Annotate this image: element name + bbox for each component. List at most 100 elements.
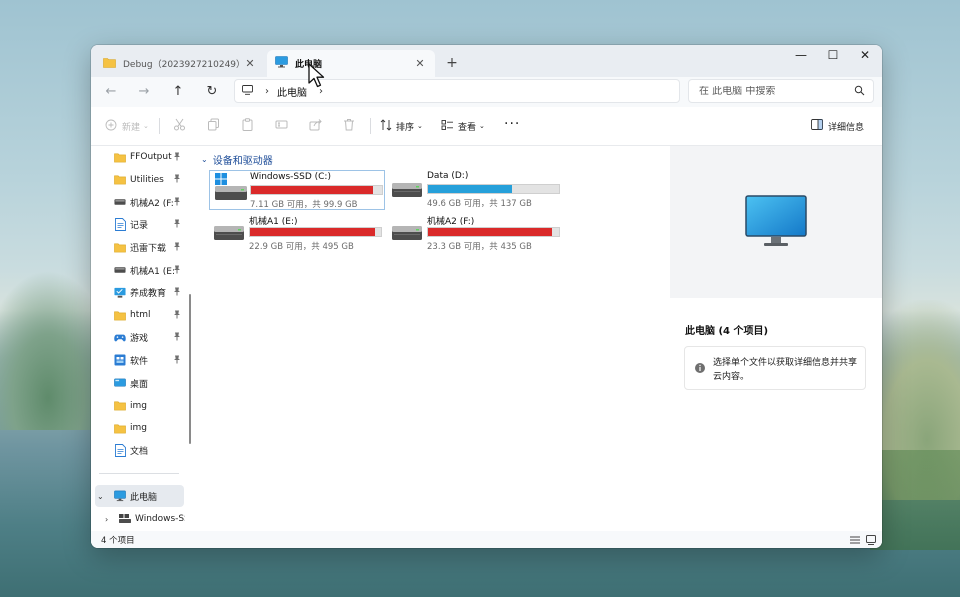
tab-debug[interactable]: Debug（2023927210249） ✕ — [95, 50, 265, 77]
chevron-right-icon[interactable]: › — [105, 515, 108, 524]
sidebar-item[interactable]: 记录 — [91, 214, 188, 236]
drive-tile[interactable]: Windows-SSD (C:) 7.11 GB 可用，共 99.9 GB — [209, 170, 385, 210]
search-input[interactable] — [699, 85, 849, 97]
sidebar-item-label: 文档 — [130, 447, 149, 458]
sidebar-item-label: 机械A1 (E:) — [130, 266, 174, 277]
scrollbar-thumb[interactable] — [189, 294, 191, 444]
drive-tile[interactable]: Data (D:) 49.6 GB 可用，共 137 GB — [387, 170, 563, 210]
sidebar-item[interactable]: 机械A2 (F:) — [91, 191, 188, 213]
sidebar-item[interactable]: 软件 — [91, 349, 188, 371]
sidebar-item[interactable]: html — [91, 304, 188, 326]
sidebar-item[interactable]: img — [91, 417, 188, 439]
sidebar-item[interactable]: 游戏 — [91, 327, 188, 349]
sidebar-item[interactable]: 机械A1 (E:) — [91, 259, 188, 281]
sidebar-scrollbar[interactable] — [188, 146, 192, 531]
chevron-right-icon[interactable]: › — [265, 86, 269, 97]
sidebar-item-label: 记录 — [130, 221, 149, 232]
paste-button[interactable] — [241, 116, 254, 136]
copy-button[interactable] — [207, 116, 220, 136]
search-box[interactable] — [688, 79, 874, 103]
pin-icon — [173, 174, 181, 185]
pin-icon — [173, 287, 181, 298]
chevron-down-icon[interactable]: ⌄ — [201, 155, 208, 164]
status-bar: 4 个项目 — [91, 531, 882, 548]
share-button[interactable] — [309, 116, 322, 136]
folder-icon — [114, 151, 126, 163]
gamepad-icon — [114, 332, 126, 344]
drive-tile[interactable]: 机械A2 (F:) 23.3 GB 可用，共 435 GB — [387, 213, 563, 253]
sidebar-item[interactable]: 迅雷下载 — [91, 236, 188, 258]
drive-usage-fill — [250, 228, 375, 236]
forward-button[interactable]: → — [132, 81, 156, 103]
sidebar-item[interactable]: Utilities — [91, 169, 188, 191]
drive-tile[interactable]: 机械A1 (E:) 22.9 GB 可用，共 495 GB — [209, 213, 385, 253]
new-button[interactable]: 新建 ⌄ — [105, 116, 149, 136]
view-button[interactable]: 查看 ⌄ — [441, 116, 485, 136]
navigation-pane: FFOutput Utilities 机械A2 (F:) 记录迅雷下载机械A1 (E:… — [91, 146, 188, 531]
sidebar-item[interactable]: 桌面 — [91, 372, 188, 394]
app-icon — [114, 354, 126, 366]
delete-button[interactable] — [343, 116, 355, 136]
chevron-down-icon[interactable]: ⌄ — [97, 492, 104, 501]
minimize-button[interactable]: — — [785, 45, 817, 67]
up-button[interactable]: ↑ — [166, 81, 190, 103]
sidebar-item-label: 养成教育 — [130, 289, 167, 300]
folder-icon — [103, 57, 116, 71]
tab-close-icon[interactable]: ✕ — [243, 57, 257, 70]
group-header-devices[interactable]: ⌄ 设备和驱动器 — [201, 152, 273, 167]
hard-drive-icon — [213, 223, 245, 244]
drive-icon — [114, 264, 126, 276]
folder-icon — [114, 309, 126, 321]
navigation-bar: ← → ↑ ↻ › 此电脑 › — [91, 77, 882, 107]
address-bar[interactable]: › 此电脑 › — [234, 79, 680, 103]
tab-close-icon[interactable]: ✕ — [413, 57, 427, 70]
drive-usage-fill — [428, 185, 512, 193]
details-pane: 此电脑 (4 个项目) 选择单个文件以获取详细信息并共享云内容。 — [670, 146, 882, 531]
details-pane-button[interactable]: 详细信息 — [811, 119, 864, 133]
maximize-button[interactable]: ☐ — [817, 45, 849, 67]
back-button[interactable]: ← — [99, 81, 123, 103]
sidebar-item-label: Utilities — [130, 174, 164, 185]
sidebar-item[interactable]: img — [91, 395, 188, 417]
new-tab-button[interactable]: + — [443, 54, 461, 72]
info-card: 选择单个文件以获取详细信息并共享云内容。 — [684, 346, 866, 390]
close-button[interactable]: ✕ — [849, 45, 881, 67]
sidebar-item[interactable]: 文档 — [91, 440, 188, 462]
tab-this-pc[interactable]: 此电脑 ✕ — [267, 50, 435, 77]
folder-icon — [114, 241, 126, 253]
large-icons-view-icon[interactable] — [866, 535, 876, 545]
drive-icon — [114, 196, 126, 208]
sidebar-item[interactable]: 养成教育 — [91, 282, 188, 304]
details-view-icon[interactable] — [850, 535, 860, 545]
view-label: 查看 — [458, 122, 477, 133]
breadcrumb-this-pc[interactable]: 此电脑 — [277, 84, 307, 99]
drive-name: Data (D:) — [427, 171, 469, 181]
drive-usage-fill — [251, 186, 373, 194]
refresh-button[interactable]: ↻ — [200, 81, 224, 103]
monitor-icon — [275, 56, 288, 71]
cut-button[interactable] — [173, 116, 186, 136]
drive-space: 22.9 GB 可用，共 495 GB — [249, 242, 354, 252]
title-bar: Debug（2023927210249） ✕ 此电脑 ✕ + — ☐ ✕ — [91, 45, 882, 77]
scissors-icon — [173, 118, 186, 134]
toolbar-divider — [159, 118, 160, 134]
drive-name: 机械A2 (F:) — [427, 217, 475, 227]
info-message: 选择单个文件以获取详细信息并共享云内容。 — [713, 358, 858, 382]
drive-space: 23.3 GB 可用，共 435 GB — [427, 242, 532, 252]
windows-drive-icon — [119, 513, 131, 525]
sidebar-item-windows-ssd[interactable]: › Windows-SSD (C:) — [91, 508, 188, 530]
sidebar-item[interactable]: FFOutput — [91, 146, 188, 168]
share-icon — [309, 118, 322, 134]
drive-usage-bar — [427, 184, 560, 194]
monitor-outline-icon — [242, 84, 253, 98]
tab-label: Debug（2023927210249） — [123, 60, 243, 70]
sort-button[interactable]: 排序 ⌄ — [380, 116, 423, 136]
search-icon[interactable] — [854, 85, 865, 99]
mouse-cursor-icon — [308, 63, 326, 92]
more-options-button[interactable]: ··· — [504, 116, 520, 132]
sidebar-item-label: html — [130, 310, 151, 321]
rename-icon — [275, 118, 288, 134]
hard-drive-icon — [391, 180, 423, 201]
sidebar-item-this-pc[interactable]: ⌄ 此电脑 — [95, 485, 184, 507]
rename-button[interactable] — [275, 116, 288, 136]
